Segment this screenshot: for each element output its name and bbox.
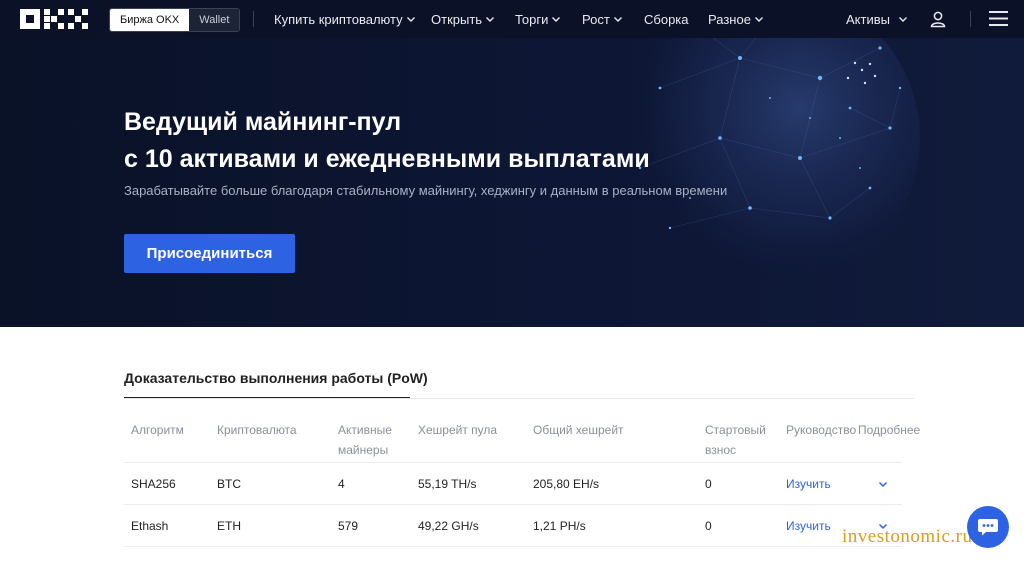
user-icon[interactable] — [929, 10, 947, 28]
col-header-pool-hashrate: Хешрейт пула — [418, 423, 498, 437]
cell-algorithm: SHA256 — [131, 477, 176, 491]
hero-subtitle: Зарабатывайте больше благодаря стабильно… — [124, 183, 728, 198]
cell-miners: 579 — [338, 519, 359, 533]
nav-slot-5: Сборка — [644, 0, 689, 38]
chevron-down-icon — [552, 17, 561, 22]
cell-coin: BTC — [217, 477, 241, 491]
col-header-active-miners: Активные майнеры — [338, 423, 392, 457]
chevron-down-icon — [754, 17, 763, 22]
chevron-down-icon — [613, 17, 622, 22]
row-divider — [124, 462, 902, 463]
chevron-down-icon[interactable] — [878, 479, 888, 489]
menu-icon[interactable] — [989, 10, 1008, 27]
nav-open[interactable]: Открыть — [431, 12, 495, 27]
nav-slot-4: Рост — [582, 0, 623, 38]
col-header-total-hashrate: Общий хешрейт — [533, 423, 624, 437]
cell-pool-hashrate: 49,22 GH/s — [418, 519, 479, 533]
col-header-coin: Криптовалюта — [217, 423, 297, 437]
hero-title: Ведущий майнинг-пул с 10 активами и ежед… — [124, 108, 650, 173]
row-divider — [124, 546, 902, 547]
nav-divider — [970, 11, 971, 27]
nav-more[interactable]: Разное — [708, 12, 764, 27]
okx-logo[interactable] — [20, 9, 88, 29]
tab-divider — [124, 398, 914, 399]
cell-coin: ETH — [217, 519, 241, 533]
nav-build[interactable]: Сборка — [644, 12, 689, 27]
nav-trade[interactable]: Торги — [515, 12, 561, 27]
guide-link[interactable]: Изучить — [786, 519, 831, 533]
col-header-algorithm: Алгоритм — [131, 423, 184, 437]
switch-wallet[interactable]: Wallet — [189, 9, 240, 31]
chat-bubble-icon — [978, 519, 998, 536]
nav-divider — [253, 11, 254, 27]
row-divider — [124, 504, 902, 505]
watermark-text: investonomic.ru — [842, 526, 973, 547]
main-nav: Купить криптовалюту — [274, 0, 416, 38]
chat-support-button[interactable] — [967, 506, 1009, 548]
cell-algorithm: Ethash — [131, 519, 169, 533]
switch-exchange[interactable]: Биржа OKX — [110, 9, 190, 31]
nav-grow[interactable]: Рост — [582, 12, 623, 27]
col-header-start-fee: Стартовый взнос — [705, 423, 766, 457]
chevron-down-icon — [486, 17, 495, 22]
exchange-wallet-switch: Биржа OKX Wallet — [109, 8, 241, 32]
nav-slot-assets: Активы — [846, 0, 908, 38]
nav-slot-2: Открыть — [431, 0, 495, 38]
nav-buy-crypto[interactable]: Купить криптовалюту — [274, 12, 416, 27]
nav-slot-6: Разное — [708, 0, 764, 38]
cell-total-hashrate: 1,21 PH/s — [533, 519, 586, 533]
top-nav-bar: Биржа OKX Wallet Купить криптовалюту Отк… — [0, 0, 1024, 38]
cell-pool-hashrate: 55,19 TH/s — [418, 477, 477, 491]
chevron-down-icon — [406, 17, 415, 22]
col-header-details: Подробнее — [858, 423, 921, 437]
cell-start-fee: 0 — [705, 477, 712, 491]
guide-link[interactable]: Изучить — [786, 477, 831, 491]
cell-miners: 4 — [338, 477, 345, 491]
cell-start-fee: 0 — [705, 519, 712, 533]
col-header-guide: Руководство — [786, 423, 857, 437]
chevron-down-icon — [898, 17, 907, 22]
tab-pow[interactable]: Доказательство выполнения работы (PoW) — [124, 370, 428, 386]
nav-assets[interactable]: Активы — [846, 12, 908, 27]
cell-total-hashrate: 205,80 EH/s — [533, 477, 600, 491]
join-button[interactable]: Присоединиться — [124, 234, 295, 273]
hero-banner: Ведущий майнинг-пул с 10 активами и ежед… — [0, 38, 1024, 327]
nav-slot-3: Торги — [515, 0, 561, 38]
